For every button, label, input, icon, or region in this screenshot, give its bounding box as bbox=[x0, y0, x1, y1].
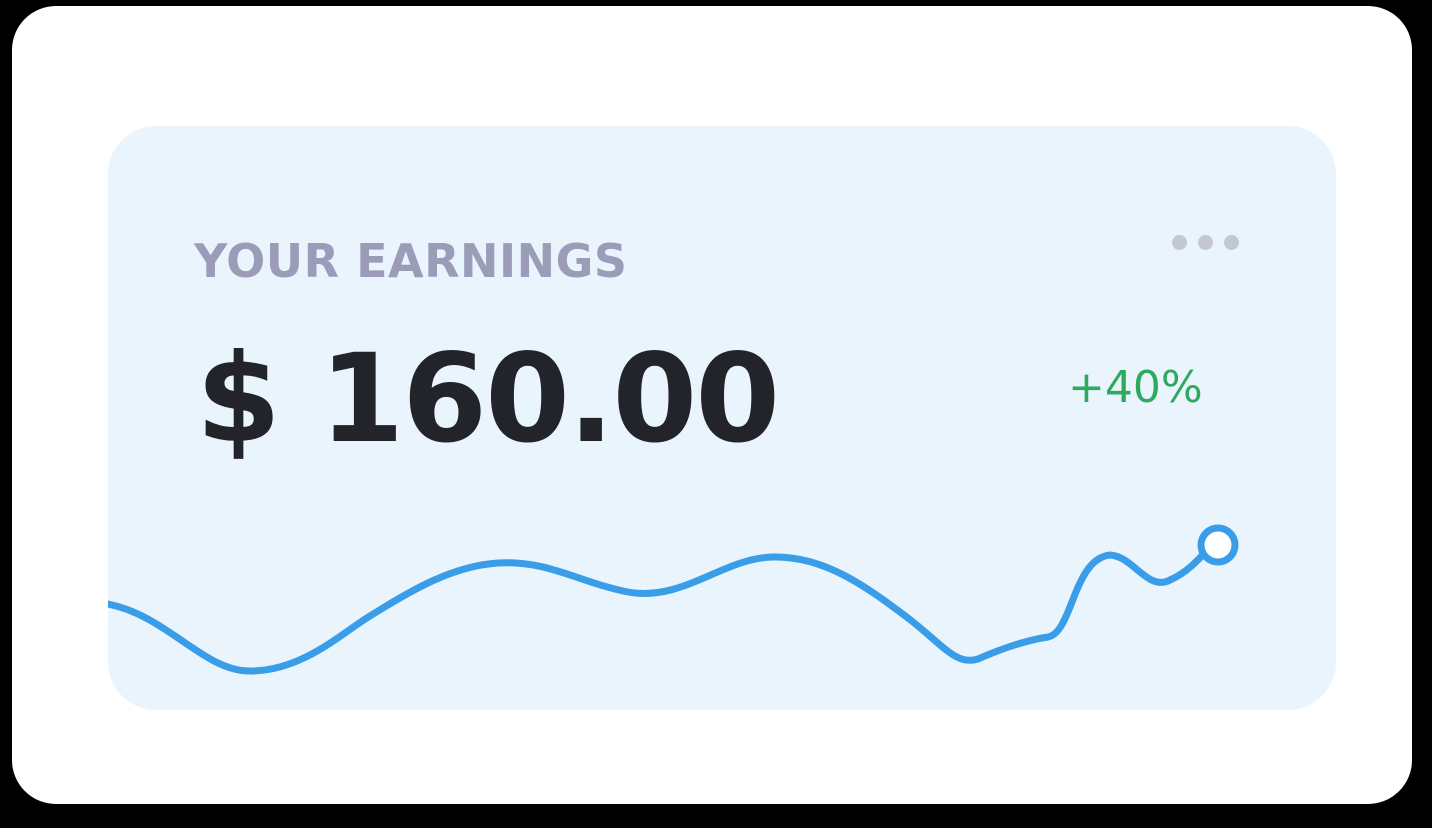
sparkline-path bbox=[108, 544, 1213, 675]
earnings-card[interactable]: YOUR EARNINGS $ 160.00 +40% bbox=[108, 126, 1336, 710]
earnings-sparkline bbox=[108, 524, 1239, 675]
outer-card: YOUR EARNINGS $ 160.00 +40% bbox=[12, 6, 1412, 804]
sparkline-end-point[interactable] bbox=[1197, 524, 1239, 566]
